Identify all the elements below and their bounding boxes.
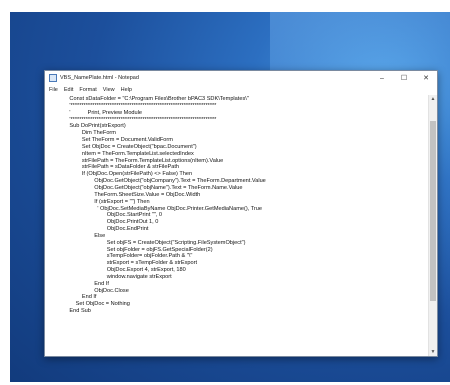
menu-file[interactable]: File	[49, 87, 58, 93]
code-line: '***************************************…	[57, 116, 217, 123]
code-line: End Sub	[57, 308, 91, 315]
photo-frame: VBS_NamePlate.html - Notepad – ☐ ✕ File …	[0, 0, 450, 385]
code-line: End If	[57, 280, 109, 287]
code-line: ObjDoc.Export 4, strExport, 180	[57, 267, 186, 274]
title-bar[interactable]: VBS_NamePlate.html - Notepad – ☐ ✕	[45, 71, 437, 85]
code-line: ObjDoc.PrintOut 1, 0	[57, 219, 159, 226]
maximize-button[interactable]: ☐	[393, 71, 415, 85]
code-line: ObjDoc.GetObject("objCompany").Text = Th…	[57, 178, 266, 185]
code-line: strFilePath = sDataFolder & strFilePath	[57, 164, 180, 171]
code-line: ObjDoc.EndPrint	[57, 226, 149, 233]
menu-view[interactable]: View	[103, 87, 115, 93]
code-line: Const sDataFolder = "C:\Program Files\Br…	[57, 96, 249, 102]
scroll-up-arrow-icon[interactable]: ▲	[429, 95, 437, 103]
code-line: If (ObjDoc.Open(strFilePath) <> False) T…	[57, 171, 193, 178]
code-line: sTempFolder= objFolder.Path & "\"	[57, 253, 193, 260]
code-line: Sub DoPrint(strExport)	[57, 123, 126, 130]
menu-bar: File Edit Format View Help	[45, 85, 437, 95]
code-line: Set ObjDoc = CreateObject("bpac.Document…	[57, 143, 197, 150]
code-line: window.navigate strExport	[57, 273, 172, 280]
menu-help[interactable]: Help	[121, 87, 132, 93]
code-line: ObjDoc.GetObject("objName").Text = TheFo…	[57, 184, 243, 191]
code-line: Dim TheForm	[57, 130, 116, 137]
menu-edit[interactable]: Edit	[64, 87, 73, 93]
code-line: End If	[57, 294, 97, 301]
notepad-app-icon	[49, 74, 57, 82]
code-line: Set objFolder = objFS.GetSpecialFolder(2…	[57, 246, 213, 253]
code-line: Else	[57, 232, 106, 239]
code-line: Set ObjDoc = Nothing	[57, 301, 130, 308]
scroll-down-arrow-icon[interactable]: ▼	[429, 348, 437, 356]
vertical-scrollbar[interactable]: ▲ ▼	[428, 95, 437, 356]
code-line: strExport = sTempFolder & strExport	[57, 260, 198, 267]
code-line: ' ObjDoc.SetMediaByName ObjDoc.Printer.G…	[57, 205, 262, 212]
code-line: ObjDoc.Close	[57, 287, 129, 294]
text-editor[interactable]: Const sDataFolder = "C:\Program Files\Br…	[45, 95, 429, 356]
code-line: Set TheForm = Document.ValidForm	[57, 137, 173, 144]
window-title: VBS_NamePlate.html - Notepad	[60, 75, 139, 81]
code-line: TheForm.SheetSize.Value = ObjDoc.Width	[57, 191, 201, 198]
close-button[interactable]: ✕	[415, 71, 437, 85]
menu-format[interactable]: Format	[79, 87, 96, 93]
minimize-button[interactable]: –	[371, 71, 393, 85]
code-line: nItem = TheForm.TemplateList.selectedInd…	[57, 150, 194, 157]
notepad-window: VBS_NamePlate.html - Notepad – ☐ ✕ File …	[44, 70, 438, 357]
code-line: ObjDoc.StartPrint "", 0	[57, 212, 162, 219]
code-line: If (strExport = "") Then	[57, 198, 150, 205]
code-line: Set objFS = CreateObject("Scripting.File…	[57, 239, 246, 246]
code-line: strFilePath = TheForm.TemplateList.optio…	[57, 157, 224, 164]
code-line: '***************************************…	[57, 102, 217, 109]
code-line: ' Print, Preview Module	[57, 109, 143, 116]
code-text: Const sDataFolder = "C:\Program Files\Br…	[57, 96, 266, 315]
scroll-thumb[interactable]	[430, 121, 436, 301]
desktop-background: VBS_NamePlate.html - Notepad – ☐ ✕ File …	[10, 12, 450, 382]
